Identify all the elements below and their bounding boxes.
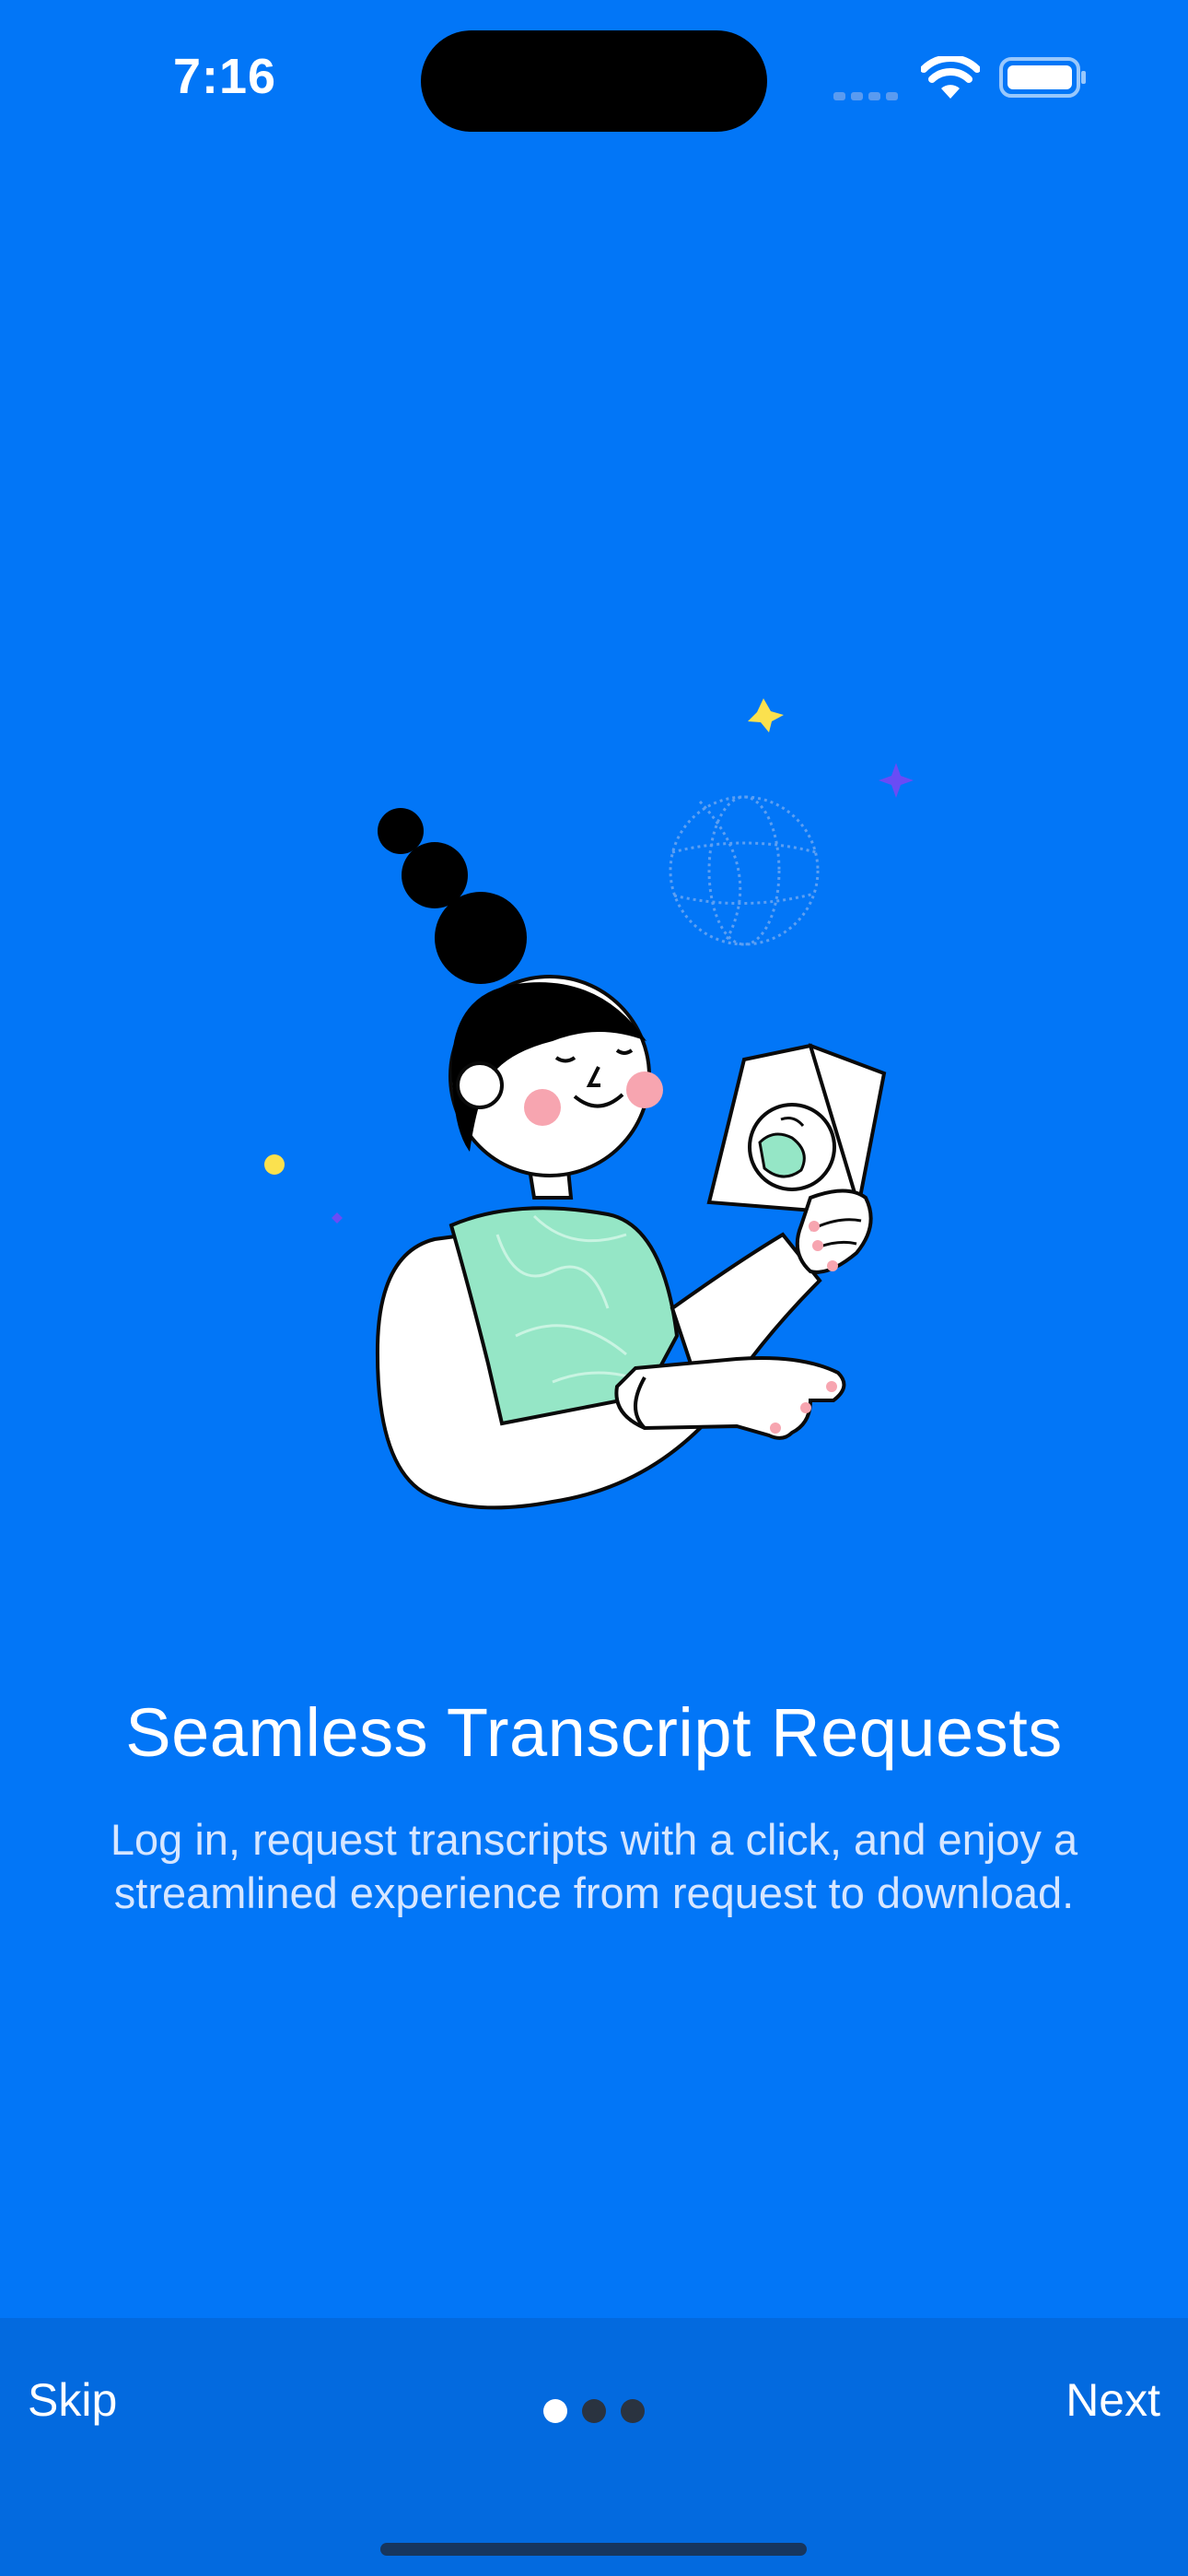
- status-icons: [833, 51, 1091, 106]
- wifi-icon: [921, 56, 980, 99]
- subtitle-line: streamlined experience from request to d…: [113, 1868, 1075, 1917]
- battery-icon: [999, 57, 1086, 98]
- onboarding-subtitle: Log in, request transcripts with a click…: [74, 1813, 1114, 1920]
- onboarding-title: Seamless Transcript Requests: [125, 1694, 1063, 1771]
- dynamic-island: [421, 30, 767, 132]
- next-button[interactable]: Next: [1066, 2373, 1160, 2427]
- page-indicator[interactable]: [543, 2399, 654, 2425]
- globe-icon: [669, 795, 820, 946]
- status-bar: 7:16: [0, 0, 1188, 157]
- sparkle-icon: [879, 763, 914, 798]
- cellular-signal-icon: [833, 92, 898, 100]
- status-time: 7:16: [173, 49, 277, 104]
- sparkle-icon: [748, 698, 784, 732]
- skip-button[interactable]: Skip: [28, 2373, 117, 2427]
- page-dot-2[interactable]: [582, 2399, 606, 2423]
- passport-icon: [706, 1043, 887, 1219]
- home-indicator[interactable]: [380, 2543, 807, 2556]
- page-dot-1[interactable]: [543, 2399, 567, 2423]
- subtitle-line: Log in, request transcripts with a click…: [110, 1815, 1078, 1864]
- page-dot-3[interactable]: [621, 2399, 645, 2423]
- woman-reading-passport-illustration: [0, 645, 1188, 1566]
- onboarding-footer: Skip Next: [0, 2318, 1188, 2576]
